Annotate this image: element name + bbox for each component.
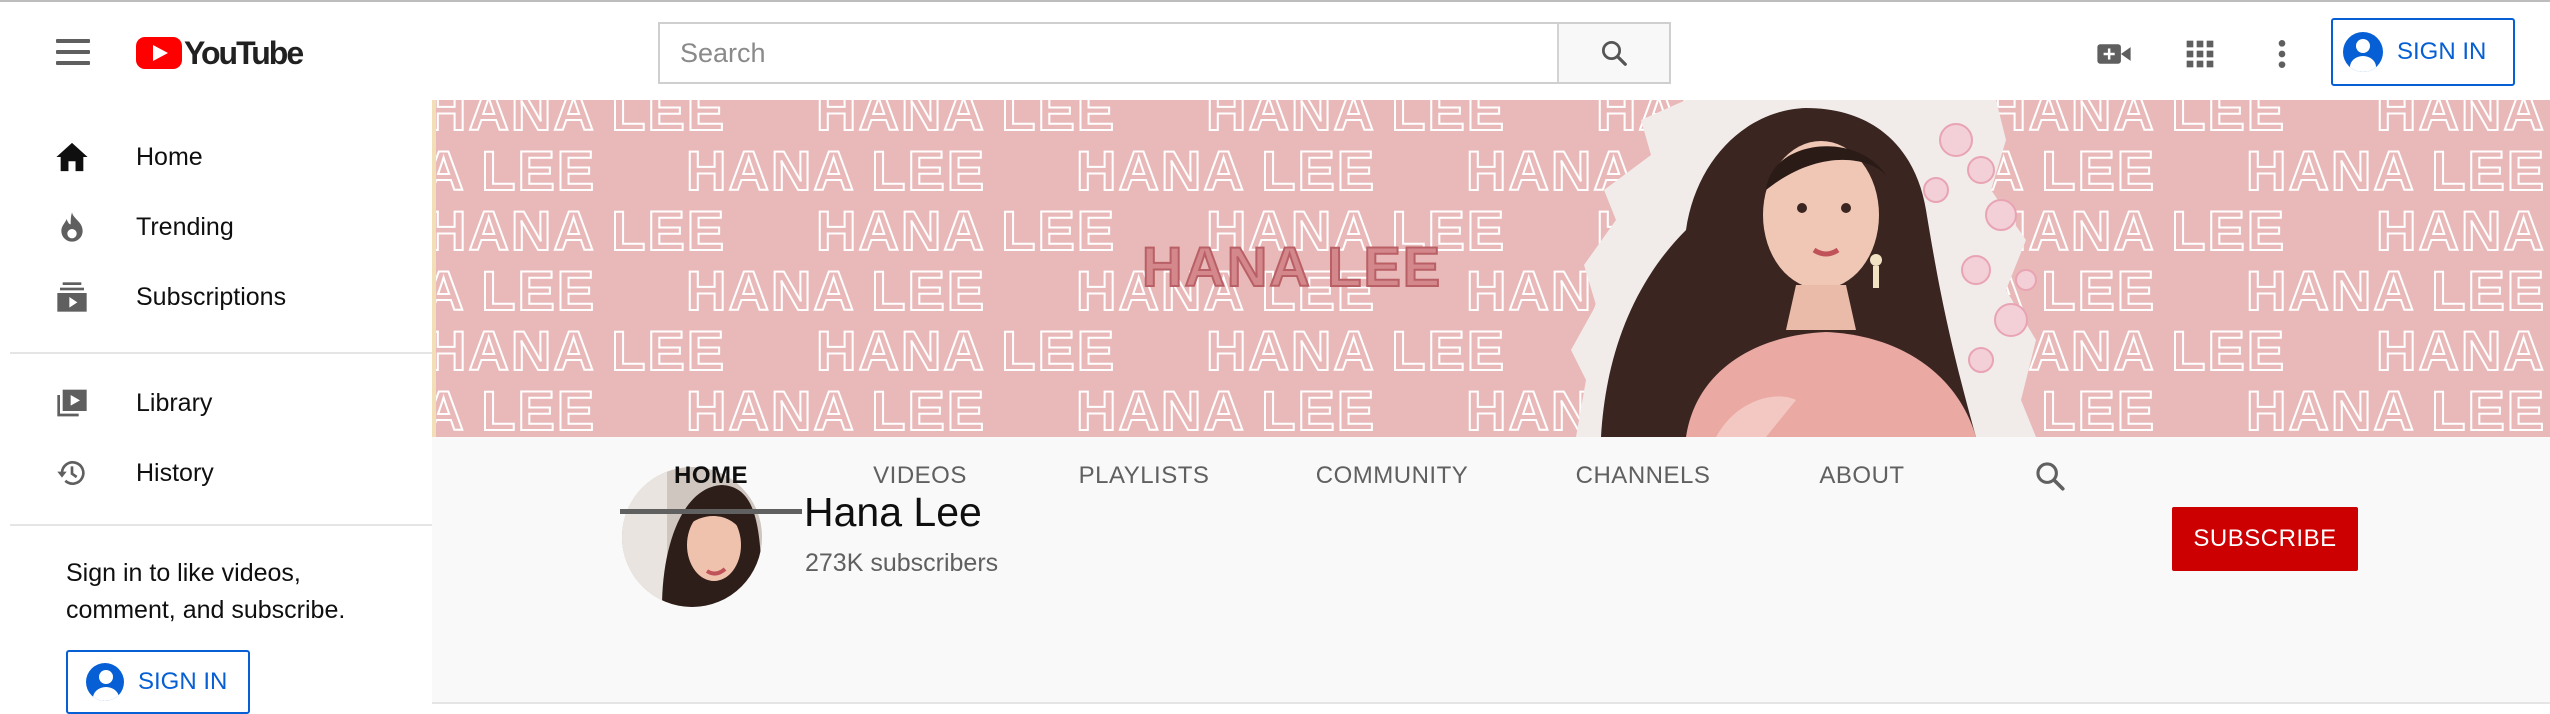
sidebar-item-label: Subscriptions xyxy=(136,282,287,311)
sidebar-item-trending[interactable]: Trending xyxy=(0,194,432,260)
channel-banner: HANA LEE HANA LEE HANA LEE HANA LEE HANA LEE… xyxy=(432,100,2550,437)
banner-pattern-text: HANA LEE xyxy=(1986,100,2286,142)
sidebar-item-label: Trending xyxy=(136,212,234,241)
hamburger-menu-icon[interactable] xyxy=(56,39,90,65)
sidebar-item-history[interactable]: History xyxy=(0,440,432,506)
sidebar-sign-in-button[interactable]: SIGN IN xyxy=(66,650,250,714)
apps-grid-icon[interactable] xyxy=(2180,34,2220,74)
tab-channels[interactable]: CHANNELS xyxy=(1536,437,1750,514)
youtube-play-icon xyxy=(136,37,182,69)
sidebar: Home Trending Subscriptions Library Hist… xyxy=(0,100,432,714)
banner-pattern-text: HANA LEE xyxy=(1206,100,1506,142)
banner-pattern-text: HANA LEE xyxy=(686,259,986,322)
banner-artwork: HANA LEE HANA LEE HANA LEE HANA LEE HANA LEE… xyxy=(436,100,2550,437)
banner-pattern-text: HANA LEE xyxy=(436,259,596,322)
banner-pattern-text: HANA LEE xyxy=(816,100,1116,142)
subscribe-button[interactable]: SUBSCRIBE xyxy=(2172,507,2358,571)
banner-pattern-text: HANA LEE xyxy=(436,139,596,202)
sign-in-label: SIGN IN xyxy=(2397,38,2487,65)
sidebar-item-subscriptions[interactable]: Subscriptions xyxy=(0,264,432,330)
sign-in-prompt: Sign in to like videos, comment, and sub… xyxy=(66,559,346,624)
banner-pattern-text: HANA LEE xyxy=(436,199,726,262)
banner-pattern-text: HANA LEE xyxy=(436,379,596,437)
banner-pattern-text: HANA LEE xyxy=(2246,379,2546,437)
banner-pattern-text: HANA LEE xyxy=(2246,139,2546,202)
top-bar: YouTube SIGN IN xyxy=(0,0,2550,100)
banner-pattern-text: HANA LEE xyxy=(1076,379,1376,437)
banner-pattern-text: HANA LEE xyxy=(2246,259,2546,322)
sidebar-divider xyxy=(10,352,432,354)
sign-in-button[interactable]: SIGN IN xyxy=(2331,18,2515,86)
subscriber-count: 273K subscribers xyxy=(805,549,999,577)
tab-playlists[interactable]: PLAYLISTS xyxy=(1044,437,1244,514)
more-vert-icon[interactable] xyxy=(2262,34,2302,74)
sidebar-item-label: Home xyxy=(136,142,203,171)
banner-pattern-text: HANA LEE xyxy=(816,319,1116,382)
tab-about[interactable]: ABOUT xyxy=(1784,437,1940,514)
search-button[interactable] xyxy=(1557,24,1669,82)
logo-text: YouTube xyxy=(184,34,304,71)
sidebar-item-home[interactable]: Home xyxy=(0,124,432,190)
library-icon xyxy=(52,383,92,423)
sidebar-item-label: History xyxy=(136,458,214,487)
banner-pattern-text: HANA LEE xyxy=(2376,199,2550,262)
search-box xyxy=(658,22,1671,84)
search-input[interactable] xyxy=(660,24,1557,82)
home-icon xyxy=(52,137,92,177)
flame-icon xyxy=(52,207,92,247)
account-icon xyxy=(2343,32,2383,72)
banner-pattern-text: HANA LEE xyxy=(686,379,986,437)
channel-search-icon[interactable] xyxy=(2020,437,2080,514)
banner-pattern-text: HANA LEE xyxy=(436,100,726,142)
tab-videos[interactable]: VIDEOS xyxy=(840,437,1000,514)
banner-pattern-text: HANA LEE xyxy=(436,319,726,382)
history-icon xyxy=(52,453,92,493)
banner-pattern-text: HANA LEE xyxy=(1986,199,2286,262)
banner-highlight-text: HANA LEE xyxy=(1142,235,1442,298)
banner-pattern-text: HANA LEE xyxy=(686,139,986,202)
search-icon xyxy=(1602,41,1627,66)
sidebar-divider xyxy=(10,524,432,526)
sidebar-item-label: Library xyxy=(136,388,213,417)
tab-home[interactable]: HOME xyxy=(620,437,802,514)
subscriptions-icon xyxy=(52,277,92,317)
youtube-logo[interactable]: YouTube xyxy=(136,34,304,71)
channel-header: Hana Lee 273K subscribers SUBSCRIBE HOME… xyxy=(432,437,2550,704)
banner-pattern-text: HANA LEE xyxy=(1076,139,1376,202)
banner-pattern-text: HANA LEE xyxy=(2376,100,2550,142)
banner-pattern-text: HANA LEE xyxy=(2376,319,2550,382)
tab-community[interactable]: COMMUNITY xyxy=(1282,437,1502,514)
create-video-icon[interactable] xyxy=(2094,34,2134,74)
sign-in-label: SIGN IN xyxy=(138,668,228,695)
banner-pattern-text: HANA LEE xyxy=(816,199,1116,262)
sidebar-item-library[interactable]: Library xyxy=(0,370,432,436)
account-icon xyxy=(86,663,124,701)
banner-pattern-text: HANA LEE xyxy=(1206,319,1506,382)
